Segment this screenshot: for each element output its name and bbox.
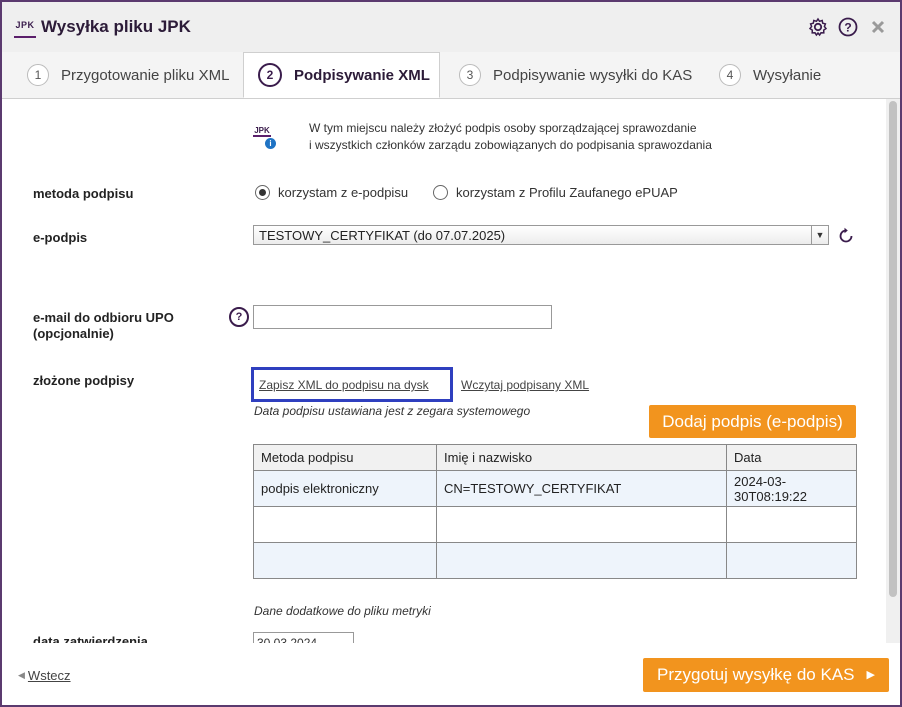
approval-date-input[interactable]: 30.03.2024 bbox=[253, 632, 354, 643]
method-label: metoda podpisu bbox=[33, 186, 134, 201]
tab-przygotowanie[interactable]: 1 Przygotowanie pliku XML bbox=[27, 52, 229, 98]
tab-wysylanie[interactable]: 4 Wysyłanie bbox=[719, 52, 821, 98]
tab-label: Przygotowanie pliku XML bbox=[61, 66, 230, 84]
svg-text:?: ? bbox=[844, 21, 851, 35]
email-label-line2: (opcjonalnie) bbox=[33, 326, 114, 341]
table-row[interactable] bbox=[253, 542, 857, 579]
vertical-scrollbar[interactable] bbox=[886, 99, 900, 643]
radio-dot[interactable] bbox=[433, 185, 448, 200]
email-input[interactable] bbox=[253, 305, 552, 329]
arrow-right-icon: ▶ bbox=[866, 669, 875, 681]
epodpis-select[interactable]: TESTOWY_CERTYFIKAT (do 07.07.2025) ▼ bbox=[253, 225, 829, 245]
table-cell bbox=[436, 506, 727, 543]
radio-e-podpis[interactable]: korzystam z e-podpisu bbox=[255, 185, 408, 200]
prepare-kas-button[interactable]: Przygotuj wysyłkę do KAS ▶ bbox=[643, 658, 889, 692]
signatures-label: złożone podpisy bbox=[33, 373, 135, 388]
title-bar: JPK Wysyłka pliku JPK ? bbox=[2, 2, 900, 53]
table-cell bbox=[253, 542, 437, 579]
table-row[interactable]: podpis elektroniczny CN=TESTOWY_CERTYFIK… bbox=[253, 470, 857, 507]
email-label: e-mail do odbioru UPO (opcjonalnie) bbox=[33, 310, 174, 342]
footer-bar: ◀ Wstecz Przygotuj wysyłkę do KAS ▶ bbox=[2, 643, 900, 705]
gear-icon[interactable] bbox=[808, 17, 828, 37]
radio-epuap[interactable]: korzystam z Profilu Zaufanego ePUAP bbox=[433, 185, 678, 200]
jpk-logo-icon: JPK bbox=[14, 18, 36, 38]
window-title: Wysyłka pliku JPK bbox=[41, 17, 191, 36]
signatures-table: Metoda podpisu Imię i nazwisko Data podp… bbox=[253, 444, 857, 579]
email-label-line1: e-mail do odbioru UPO bbox=[33, 310, 174, 325]
load-xml-link[interactable]: Wczytaj podpisany XML bbox=[461, 378, 589, 392]
extra-data-note: Dane dodatkowe do pliku metryki bbox=[254, 604, 431, 618]
epodpis-label: e-podpis bbox=[33, 230, 88, 245]
tab-number: 1 bbox=[27, 64, 49, 86]
table-cell bbox=[726, 542, 857, 579]
table-header-row: Metoda podpisu Imię i nazwisko Data bbox=[253, 444, 857, 471]
date-note: Data podpisu ustawiana jest z zegara sys… bbox=[254, 404, 531, 418]
save-xml-link[interactable]: Zapisz XML do podpisu na dysk bbox=[259, 378, 429, 392]
info-line-1: W tym miejscu należy złożyć podpis osoby… bbox=[309, 121, 697, 135]
table-row[interactable] bbox=[253, 506, 857, 543]
column-header: Imię i nazwisko bbox=[436, 444, 727, 471]
refresh-icon[interactable] bbox=[836, 226, 856, 246]
jpk-info-icon: JPK i bbox=[253, 126, 279, 150]
tab-number: 4 bbox=[719, 64, 741, 86]
add-signature-button[interactable]: Dodaj podpis (e-podpis) bbox=[649, 405, 856, 438]
wizard-tabs: 1 Przygotowanie pliku XML 2 Podpisywanie… bbox=[2, 52, 900, 99]
tab-number: 3 bbox=[459, 64, 481, 86]
back-link[interactable]: ◀ Wstecz bbox=[18, 668, 71, 683]
form-content: JPK i W tym miejscu należy złożyć podpis… bbox=[2, 99, 886, 643]
table-cell bbox=[436, 542, 727, 579]
radio-dot-selected[interactable] bbox=[255, 185, 270, 200]
info-line-2: i wszystkich członków zarządu zobowiązan… bbox=[309, 138, 712, 152]
dialog-window: JPK Wysyłka pliku JPK ? 1 Przygotowanie … bbox=[0, 0, 902, 707]
button-label: Przygotuj wysyłkę do KAS bbox=[657, 665, 855, 684]
table-cell bbox=[726, 506, 857, 543]
column-header: Metoda podpisu bbox=[253, 444, 437, 471]
table-cell bbox=[253, 506, 437, 543]
info-icon-text: JPK bbox=[253, 126, 271, 137]
table-cell: podpis elektroniczny bbox=[253, 470, 437, 507]
radio-label: korzystam z Profilu Zaufanego ePUAP bbox=[456, 185, 678, 200]
tab-label: Wysyłanie bbox=[753, 66, 822, 84]
close-icon[interactable] bbox=[868, 17, 888, 37]
tab-label: Podpisywanie wysyłki do KAS bbox=[493, 66, 693, 84]
tab-number: 2 bbox=[258, 63, 282, 87]
help-icon[interactable]: ? bbox=[838, 17, 858, 37]
arrow-left-icon: ◀ bbox=[18, 670, 25, 680]
chevron-down-icon[interactable]: ▼ bbox=[811, 226, 828, 244]
tab-podpisywanie-xml[interactable]: 2 Podpisywanie XML bbox=[243, 52, 440, 98]
scrollbar-thumb[interactable] bbox=[889, 101, 897, 597]
table-cell: CN=TESTOWY_CERTYFIKAT bbox=[436, 470, 727, 507]
info-text: W tym miejscu należy złożyć podpis osoby… bbox=[309, 120, 712, 154]
radio-label: korzystam z e-podpisu bbox=[278, 185, 409, 200]
table-cell: 2024-03-30T08:19:22 bbox=[726, 470, 857, 507]
tab-podpisywanie-wysylki[interactable]: 3 Podpisywanie wysyłki do KAS bbox=[459, 52, 692, 98]
help-icon[interactable]: ? bbox=[229, 307, 249, 327]
column-header: Data bbox=[726, 444, 857, 471]
tab-label: Podpisywanie XML bbox=[294, 66, 430, 84]
select-value: TESTOWY_CERTYFIKAT (do 07.07.2025) bbox=[259, 228, 506, 243]
back-label: Wstecz bbox=[27, 668, 71, 683]
approval-date-label: data zatwierdzenia bbox=[33, 634, 148, 643]
